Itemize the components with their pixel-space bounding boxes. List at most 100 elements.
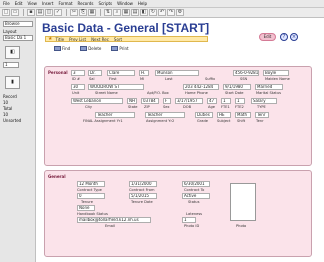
- menu-view[interactable]: View: [27, 1, 37, 6]
- refresh-icon[interactable]: ↻: [149, 9, 157, 16]
- close-icon[interactable]: ×: [290, 33, 298, 41]
- status-label: Status: [188, 200, 200, 204]
- city-field[interactable]: West Lebanon: [71, 98, 123, 104]
- status-field[interactable]: Active: [182, 193, 210, 199]
- apt-label: Apt/P.O. Box: [147, 91, 169, 95]
- layout-select[interactable]: Basic Da 1: [3, 35, 33, 41]
- settings-icon[interactable]: ⚙: [176, 9, 184, 16]
- contract-type-field[interactable]: 12 Month: [77, 181, 105, 187]
- photo-id-field[interactable]: 1: [182, 217, 196, 223]
- subject-field[interactable]: HE: [217, 112, 231, 118]
- fte1-field[interactable]: 1: [221, 98, 231, 104]
- photo-id-label: Photo ID: [184, 224, 200, 228]
- assignment-yr2-field[interactable]: Teacher: [145, 112, 185, 118]
- menu-edit[interactable]: Edit: [15, 1, 23, 6]
- email-field[interactable]: mailbox@tollarfield.k12.nh.us: [77, 217, 151, 223]
- maiden-name-field[interactable]: Boyle: [263, 70, 289, 76]
- dob-field[interactable]: 3/17/1957: [175, 98, 203, 104]
- ssn-field[interactable]: 456-0-9281: [233, 70, 259, 76]
- menu-records[interactable]: Records: [78, 1, 94, 6]
- spell-icon[interactable]: ✓: [54, 9, 62, 16]
- menu-format[interactable]: Format: [58, 1, 72, 6]
- copy-icon[interactable]: ⎘: [79, 9, 87, 16]
- print-icon[interactable]: ▤: [36, 9, 44, 16]
- tenure-date-field[interactable]: 5/1/2015: [129, 193, 157, 199]
- state-field[interactable]: NH: [127, 98, 137, 104]
- tenr-field[interactable]: Tenr: [255, 112, 269, 118]
- fte2-field[interactable]: 1: [235, 98, 245, 104]
- menu-scripts[interactable]: Scripts: [98, 1, 112, 6]
- total-label: Total: [3, 106, 13, 111]
- paste-icon[interactable]: ▦: [88, 9, 96, 16]
- last-label: Last: [165, 77, 173, 81]
- salutation-field[interactable]: Dr.: [88, 70, 102, 76]
- mi-field[interactable]: H.: [139, 70, 149, 76]
- toolbar-divider: [23, 9, 24, 16]
- book-icon[interactable]: ◧: [5, 46, 20, 59]
- last-name-field[interactable]: Munson: [155, 70, 199, 76]
- contract-type-label: Contract Type: [77, 188, 102, 192]
- menu-window[interactable]: Window: [117, 1, 133, 6]
- tenure-field[interactable]: 0: [77, 193, 105, 199]
- contract-to-field[interactable]: 6/30/2001: [182, 181, 210, 187]
- status-area: Browse Layout Basic Da 1 ◧ 1 ▮ Record 10…: [0, 18, 36, 262]
- type-field[interactable]: Salary: [251, 98, 277, 104]
- undo-icon[interactable]: ↶: [158, 9, 166, 16]
- save-icon[interactable]: ▪: [27, 9, 35, 16]
- open-icon[interactable]: ▭: [11, 9, 19, 16]
- menu-file[interactable]: File: [3, 1, 10, 6]
- prev-list-button[interactable]: Prev List: [69, 37, 86, 42]
- slider-icon[interactable]: ▮: [5, 76, 20, 89]
- handbook-field[interactable]: None: [77, 205, 95, 211]
- first-name-field[interactable]: Clare: [107, 70, 135, 76]
- title-button[interactable]: Title: [55, 37, 64, 42]
- form-icon[interactable]: ▤: [131, 9, 139, 16]
- type-label: TYPE: [257, 105, 266, 109]
- find-icon[interactable]: ⌕: [113, 9, 121, 16]
- id-field[interactable]: 3: [71, 70, 85, 76]
- general-label: General: [48, 174, 66, 179]
- photo-frame[interactable]: [230, 183, 256, 221]
- sort-icon[interactable]: ⇅: [104, 9, 112, 16]
- table-icon[interactable]: ▦: [122, 9, 130, 16]
- cut-icon[interactable]: ✂: [70, 9, 78, 16]
- print-label: Print: [119, 46, 129, 51]
- menu-help[interactable]: Help: [138, 1, 147, 6]
- menu-insert[interactable]: Insert: [42, 1, 53, 6]
- sex-field[interactable]: F: [163, 98, 171, 104]
- shift-field[interactable]: Math: [235, 112, 251, 118]
- zip-label: ZIP: [144, 105, 150, 109]
- mode-select[interactable]: Browse: [3, 21, 33, 27]
- print-record-icon[interactable]: [111, 46, 119, 51]
- home-phone-field[interactable]: 203 442-1284: [183, 84, 219, 90]
- edit-button[interactable]: Edit: [259, 33, 276, 41]
- delete-record-icon[interactable]: [80, 46, 88, 51]
- start-date-field[interactable]: 9/1/1980: [223, 84, 251, 90]
- new-icon[interactable]: □: [2, 9, 10, 16]
- next-rec-button[interactable]: Next Rec: [91, 37, 109, 42]
- zip-field[interactable]: 03784: [141, 98, 159, 104]
- street-field[interactable]: WOODROW ST: [88, 84, 144, 90]
- action-icons: Find Delete Print: [54, 46, 139, 51]
- help-icon[interactable]: ?: [280, 33, 288, 41]
- layout-icon[interactable]: ◧: [140, 9, 148, 16]
- assignment-yr1-label: FINAL Assignment Yr1: [83, 119, 123, 123]
- contract-from-field[interactable]: 1/31/2000: [129, 181, 157, 187]
- sort-button[interactable]: Sort: [114, 37, 122, 42]
- unit-field[interactable]: 30: [71, 84, 85, 90]
- redo-icon[interactable]: ↷: [167, 9, 175, 16]
- preview-icon[interactable]: ◫: [45, 9, 53, 16]
- find-record-icon[interactable]: [54, 46, 61, 51]
- age-field: 47: [207, 98, 217, 104]
- tenr-label: Tenr: [256, 119, 264, 123]
- nav-bar: ★ Title Prev List Next Rec Sort: [45, 36, 208, 42]
- unit-label: Unit: [72, 91, 80, 95]
- assignment-yr1-field[interactable]: Teacher: [95, 112, 135, 118]
- maiden-label: Maiden Name: [265, 77, 290, 81]
- dob-label: DOB: [183, 105, 192, 109]
- record-number[interactable]: 1: [3, 62, 19, 68]
- grade-field[interactable]: Duties: [195, 112, 213, 118]
- handbook-label: Handbook Status: [77, 212, 108, 216]
- marital-status-field[interactable]: Married: [255, 84, 283, 90]
- subject-label: Subject: [217, 119, 231, 123]
